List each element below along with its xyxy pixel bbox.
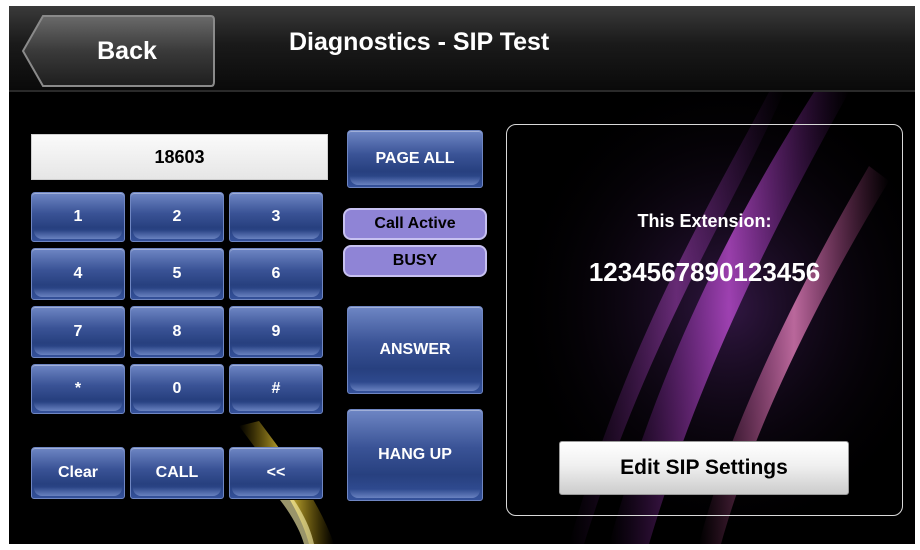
clear-button[interactable]: Clear [31, 447, 125, 499]
dial-number-display: 18603 [31, 134, 328, 180]
keypad-key-8[interactable]: 8 [130, 306, 224, 358]
hang-up-button[interactable]: HANG UP [347, 409, 483, 501]
header-bar: Back Diagnostics - SIP Test [9, 6, 915, 92]
keypad-key-hash[interactable]: # [229, 364, 323, 414]
backspace-button[interactable]: << [229, 447, 323, 499]
keypad-key-3[interactable]: 3 [229, 192, 323, 242]
edit-sip-settings-button[interactable]: Edit SIP Settings [559, 441, 849, 495]
keypad-key-1[interactable]: 1 [31, 192, 125, 242]
device-frame: Back Diagnostics - SIP Test 18603 1 2 3 … [0, 0, 920, 550]
extension-label: This Extension: [637, 211, 772, 231]
back-button-label: Back [97, 36, 157, 65]
keypad-key-2[interactable]: 2 [130, 192, 224, 242]
keypad-key-4[interactable]: 4 [31, 248, 125, 300]
line-status-indicator: BUSY [343, 245, 487, 277]
extension-info-panel: This Extension: 1234567890123456 Edit SI… [506, 124, 903, 516]
extension-number: 1234567890123456 [588, 257, 821, 287]
call-status-indicator: Call Active [343, 208, 487, 240]
page-all-button[interactable]: PAGE ALL [347, 130, 483, 188]
keypad-key-6[interactable]: 6 [229, 248, 323, 300]
back-button[interactable]: Back [21, 14, 215, 88]
keypad-key-0[interactable]: 0 [130, 364, 224, 414]
keypad-key-star[interactable]: * [31, 364, 125, 414]
answer-button[interactable]: ANSWER [347, 306, 483, 394]
call-button[interactable]: CALL [130, 447, 224, 499]
keypad-key-5[interactable]: 5 [130, 248, 224, 300]
page-title: Diagnostics - SIP Test [289, 28, 550, 56]
touch-screen: Back Diagnostics - SIP Test 18603 1 2 3 … [9, 6, 915, 544]
keypad-key-9[interactable]: 9 [229, 306, 323, 358]
keypad-key-7[interactable]: 7 [31, 306, 125, 358]
